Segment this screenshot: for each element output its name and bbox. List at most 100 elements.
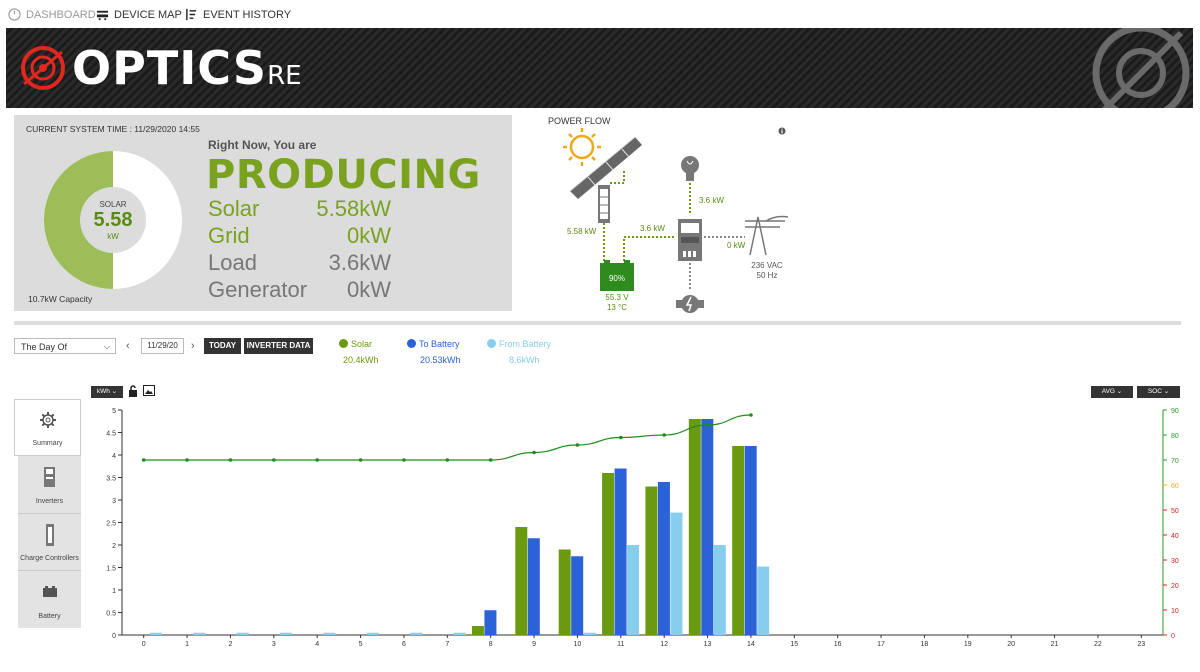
soc-point	[141, 458, 146, 462]
bar-from-battery	[757, 566, 770, 635]
nav-event-history[interactable]: EVENT HISTORY	[185, 8, 291, 21]
bar-from-battery	[410, 632, 423, 635]
stat-row-solar: Solar 5.58kW	[208, 196, 391, 222]
x-tick-label: 3	[272, 641, 276, 648]
donut-unit: kW	[107, 232, 119, 241]
y2-tick-label: 40	[1171, 533, 1179, 540]
soc-point	[488, 458, 493, 462]
y2-tick-label: 0	[1171, 633, 1175, 640]
stat-value: 5.58kW	[316, 196, 391, 221]
nav-event-history-label: EVENT HISTORY	[203, 8, 292, 21]
inverter-flow-value: 3.6 kW	[640, 224, 665, 233]
y-tick-label: 1.5	[106, 566, 116, 573]
date-input[interactable]: 11/29/20	[141, 338, 184, 354]
bar-solar	[732, 446, 745, 635]
sun-icon	[563, 128, 601, 166]
brand-suffix: RE	[267, 61, 302, 91]
bar-from-battery	[193, 632, 206, 635]
legend-dot	[339, 339, 348, 348]
x-tick-label: 12	[660, 641, 668, 648]
bar-from-battery	[713, 545, 726, 635]
bar-solar	[471, 626, 484, 635]
legend-to-battery[interactable]: To Battery	[407, 339, 460, 349]
brand-name: OPTICS	[72, 41, 268, 95]
stat-row-grid: Grid 0kW	[208, 223, 391, 249]
soc-point	[662, 433, 666, 437]
soc-point	[402, 458, 406, 462]
image-export-icon[interactable]	[143, 385, 155, 396]
bar-solar	[602, 473, 615, 635]
energy-bar-chart: 00.511.522.533.544.550102030405060708090…	[106, 408, 1179, 648]
bar-from-battery	[149, 632, 162, 635]
lock-icon[interactable]	[128, 385, 138, 397]
inverter-icon	[678, 219, 702, 261]
bar-from-battery	[627, 545, 640, 635]
bar-solar	[558, 549, 571, 635]
solar-flow-value: 5.58 kW	[567, 227, 597, 236]
grid-tower-icon	[745, 215, 789, 256]
next-day-button[interactable]: ›	[191, 340, 195, 352]
nav-device-map[interactable]: DEVICE MAP	[96, 8, 182, 21]
dashboard-icon	[8, 8, 21, 21]
stat-label: Grid	[208, 223, 250, 248]
x-tick-label: 11	[617, 641, 624, 648]
donut-source: SOLAR	[99, 200, 127, 209]
soc-point	[228, 458, 233, 462]
x-tick-label: 22	[1094, 641, 1102, 648]
stat-row-generator: Generator 0kW	[208, 277, 391, 303]
y-tick-label: 0.5	[106, 611, 116, 618]
nav-dashboard[interactable]: DASHBOARD	[8, 8, 96, 21]
y-tick-label: 5	[112, 408, 116, 415]
y-tick-label: 4.5	[106, 431, 116, 438]
stat-row-load: Load 3.6kW	[208, 250, 391, 276]
legend-label: Solar	[351, 339, 373, 349]
battery-temperature: 13 °C	[607, 303, 627, 312]
bar-to-battery	[571, 556, 584, 635]
grid-voltage: 236 VAC	[751, 261, 783, 270]
x-tick-label: 1	[185, 641, 189, 648]
soc-point	[315, 458, 319, 462]
stat-value: 3.6kW	[328, 250, 391, 275]
generator-icon	[676, 295, 704, 313]
x-tick-label: 6	[402, 641, 406, 648]
x-tick-label: 9	[532, 641, 536, 648]
unit-select[interactable]: kWh ⌄	[91, 386, 123, 398]
soc-point	[705, 423, 710, 427]
production-summary-panel: CURRENT SYSTEM TIME : 11/29/2020 14:55 S…	[14, 115, 512, 311]
x-tick-label: 21	[1051, 641, 1059, 648]
bar-solar	[515, 527, 528, 635]
avg-select[interactable]: AVG ⌄	[1091, 386, 1133, 398]
bar-from-battery	[670, 512, 683, 635]
x-tick-label: 7	[445, 641, 449, 648]
legend-dot	[487, 339, 496, 348]
legend-solar[interactable]: Solar	[339, 339, 372, 349]
legend-dot	[407, 339, 416, 348]
range-select[interactable]: The Day Of ⌵	[14, 338, 116, 354]
soc-point	[749, 413, 753, 417]
load-flow-value: 3.6 kW	[699, 196, 724, 205]
y2-tick-label: 50	[1171, 508, 1179, 515]
chevron-down-icon: ⌵	[103, 342, 110, 351]
x-tick-label: 13	[704, 641, 712, 648]
prev-day-button[interactable]: ‹	[126, 340, 130, 352]
stat-label: Load	[208, 250, 257, 275]
bar-to-battery	[701, 419, 714, 635]
x-tick-label: 8	[489, 641, 493, 648]
soc-line	[143, 414, 751, 461]
soc-point	[619, 435, 623, 440]
y-tick-label: 1	[112, 588, 116, 595]
battery-voltage: 55.3 V	[605, 293, 629, 302]
inverter-data-button[interactable]: INVERTER DATA	[244, 338, 313, 354]
soc-point	[575, 443, 580, 447]
legend-from-battery[interactable]: From Battery	[487, 339, 551, 349]
y2-tick-label: 20	[1171, 583, 1179, 590]
x-tick-label: 2	[228, 641, 232, 648]
y2-tick-label: 10	[1171, 608, 1179, 615]
bar-to-battery	[614, 468, 627, 635]
x-tick-label: 15	[790, 641, 798, 648]
battery-soc-label: 90%	[609, 274, 625, 283]
soc-point	[358, 458, 363, 462]
today-button[interactable]: TODAY	[204, 338, 241, 354]
soc-select[interactable]: SOC ⌄	[1137, 386, 1180, 398]
legend-solar-total: 20.4kWh	[343, 355, 379, 365]
